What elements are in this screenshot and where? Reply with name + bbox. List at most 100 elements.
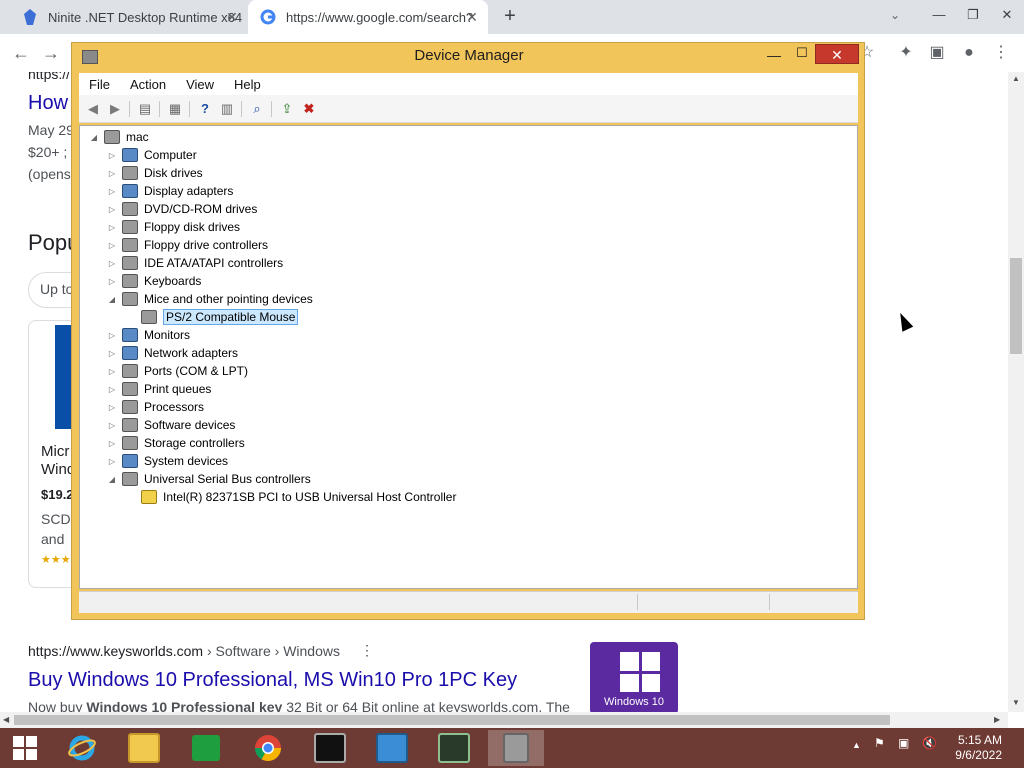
expand-icon[interactable]: ▷: [106, 205, 118, 214]
tree-node-processors[interactable]: ▷ Processors: [106, 398, 204, 416]
collapse-icon[interactable]: ◢: [106, 475, 118, 484]
side-panel-icon[interactable]: ▣: [928, 44, 946, 62]
result2-url[interactable]: https://www.keysworlds.com › Software › …: [28, 643, 340, 659]
extensions-puzzle-icon[interactable]: ✦: [897, 44, 915, 62]
help-icon[interactable]: ?: [197, 101, 213, 117]
expand-icon[interactable]: ▷: [106, 457, 118, 466]
restore-icon[interactable]: ❐: [956, 0, 990, 30]
tab-ninite[interactable]: Ninite .NET Desktop Runtime x64 ✕: [8, 0, 248, 34]
close-tab-icon[interactable]: ✕: [224, 9, 240, 25]
chrome-icon[interactable]: [240, 730, 296, 766]
tree-node-usb-controllers[interactable]: ◢ Universal Serial Bus controllers: [106, 470, 311, 488]
tree-node-floppy-disk-drives[interactable]: ▷ Floppy disk drives: [106, 218, 240, 236]
menu-file[interactable]: File: [79, 77, 120, 92]
windows10-product-image[interactable]: Windows 10: [590, 642, 678, 712]
tree-node-dvd-drives[interactable]: ▷ DVD/CD-ROM drives: [106, 200, 257, 218]
result-url[interactable]: https://: [28, 72, 70, 82]
back-arrow-icon[interactable]: ◀: [85, 101, 101, 117]
minimize-icon[interactable]: —: [922, 0, 956, 30]
expand-icon[interactable]: ▷: [106, 277, 118, 286]
expand-icon[interactable]: ▷: [106, 349, 118, 358]
command-prompt-icon[interactable]: [302, 730, 358, 766]
forward-arrow-icon[interactable]: ▶: [107, 101, 123, 117]
expand-icon[interactable]: ▷: [106, 421, 118, 430]
tree-node-ide-controllers[interactable]: ▷ IDE ATA/ATAPI controllers: [106, 254, 283, 272]
result-title[interactable]: How: [28, 92, 68, 115]
tree-node-print-queues[interactable]: ▷ Print queues: [106, 380, 211, 398]
device-manager-window[interactable]: Device Manager — ☐ ✕ File Action View He…: [71, 42, 865, 620]
tree-node-disk-drives[interactable]: ▷ Disk drives: [106, 164, 203, 182]
tree-node-monitors[interactable]: ▷ Monitors: [106, 326, 190, 344]
tree-root[interactable]: ◢ mac: [88, 128, 149, 146]
tree-node-network-adapters[interactable]: ▷ Network adapters: [106, 344, 238, 362]
vertical-scroll-thumb[interactable]: [1010, 258, 1022, 354]
expand-icon[interactable]: ▷: [106, 187, 118, 196]
minimize-icon[interactable]: —: [764, 47, 784, 65]
expand-icon[interactable]: ▷: [106, 241, 118, 250]
scroll-up-icon[interactable]: ▲: [1012, 74, 1020, 83]
expand-icon[interactable]: ▷: [106, 385, 118, 394]
tree-node-system-devices[interactable]: ▷ System devices: [106, 452, 228, 470]
maximize-icon[interactable]: ☐: [792, 45, 812, 63]
task-manager-icon[interactable]: [426, 730, 482, 766]
expand-icon[interactable]: ▷: [106, 439, 118, 448]
properties-icon[interactable]: ▦: [167, 101, 183, 117]
new-tab-button[interactable]: +: [500, 6, 520, 26]
expand-icon[interactable]: ▷: [106, 169, 118, 178]
volume-muted-icon[interactable]: 🔇: [922, 736, 937, 750]
tab-search-chevron-icon[interactable]: ⌄: [890, 8, 900, 22]
device-tree[interactable]: ◢ mac ▷ Computer ▷ Disk drives ▷ Display…: [79, 125, 858, 589]
scroll-down-icon[interactable]: ▼: [1012, 698, 1020, 707]
menu-kebab-icon[interactable]: ⋮: [992, 44, 1010, 62]
file-explorer-icon[interactable]: [116, 730, 172, 766]
expand-icon[interactable]: ▷: [106, 259, 118, 268]
tree-node-software-devices[interactable]: ▷ Software devices: [106, 416, 235, 434]
tree-node-floppy-controllers[interactable]: ▷ Floppy drive controllers: [106, 236, 268, 254]
view-icon[interactable]: ▥: [219, 101, 235, 117]
forward-arrow-icon[interactable]: →: [42, 43, 60, 64]
tree-node-computer[interactable]: ▷ Computer: [106, 146, 197, 164]
store-icon[interactable]: [178, 730, 234, 766]
vertical-scrollbar[interactable]: ▲ ▼: [1008, 72, 1024, 712]
installer-icon[interactable]: [364, 730, 420, 766]
device-manager-icon[interactable]: [488, 730, 544, 766]
tab-google[interactable]: https://www.google.com/search? ✕: [248, 0, 488, 34]
profile-avatar-icon[interactable]: ●: [960, 44, 978, 62]
back-arrow-icon[interactable]: ←: [12, 43, 30, 64]
close-button[interactable]: ✕: [815, 44, 859, 64]
more-options-icon[interactable]: ⋮: [360, 642, 374, 659]
collapse-icon[interactable]: ◢: [106, 295, 118, 304]
tree-node-storage-controllers[interactable]: ▷ Storage controllers: [106, 434, 245, 452]
expand-icon[interactable]: ▷: [106, 367, 118, 376]
result2-title[interactable]: Buy Windows 10 Professional, MS Win10 Pr…: [28, 669, 517, 692]
system-clock[interactable]: 5:15 AM 9/6/2022: [942, 733, 1002, 763]
menu-help[interactable]: Help: [224, 77, 271, 92]
expand-icon[interactable]: ▷: [106, 151, 118, 160]
close-icon[interactable]: ✕: [990, 0, 1024, 30]
tray-chevron-icon[interactable]: ▲: [852, 740, 861, 750]
expand-icon[interactable]: ▷: [106, 403, 118, 412]
horizontal-scroll-thumb[interactable]: [14, 715, 890, 725]
tree-node-keyboards[interactable]: ▷ Keyboards: [106, 272, 201, 290]
show-hide-console-tree-icon[interactable]: ▤: [137, 101, 153, 117]
horizontal-scrollbar[interactable]: ◀ ▶: [0, 712, 1008, 728]
menu-view[interactable]: View: [176, 77, 224, 92]
tree-node-ps2-mouse[interactable]: PS/2 Compatible Mouse: [125, 308, 299, 326]
network-icon[interactable]: ▣: [898, 736, 909, 750]
tree-node-display-adapters[interactable]: ▷ Display adapters: [106, 182, 233, 200]
uninstall-device-icon[interactable]: ✖: [301, 101, 317, 117]
collapse-icon[interactable]: ◢: [88, 133, 100, 142]
update-driver-icon[interactable]: ⇪: [279, 101, 295, 117]
tree-node-usb-host-controller[interactable]: Intel(R) 82371SB PCI to USB Universal Ho…: [125, 488, 456, 506]
tree-node-ports[interactable]: ▷ Ports (COM & LPT): [106, 362, 248, 380]
scan-hardware-icon[interactable]: ⌕: [249, 101, 265, 117]
scroll-left-icon[interactable]: ◀: [3, 715, 9, 724]
close-tab-icon[interactable]: ✕: [464, 9, 480, 25]
tree-node-mice[interactable]: ◢ Mice and other pointing devices: [106, 290, 313, 308]
menu-action[interactable]: Action: [120, 77, 176, 92]
action-center-flag-icon[interactable]: ⚑: [874, 736, 885, 750]
scroll-right-icon[interactable]: ▶: [994, 715, 1000, 724]
expand-icon[interactable]: ▷: [106, 331, 118, 340]
internet-explorer-icon[interactable]: [54, 730, 110, 766]
expand-icon[interactable]: ▷: [106, 223, 118, 232]
